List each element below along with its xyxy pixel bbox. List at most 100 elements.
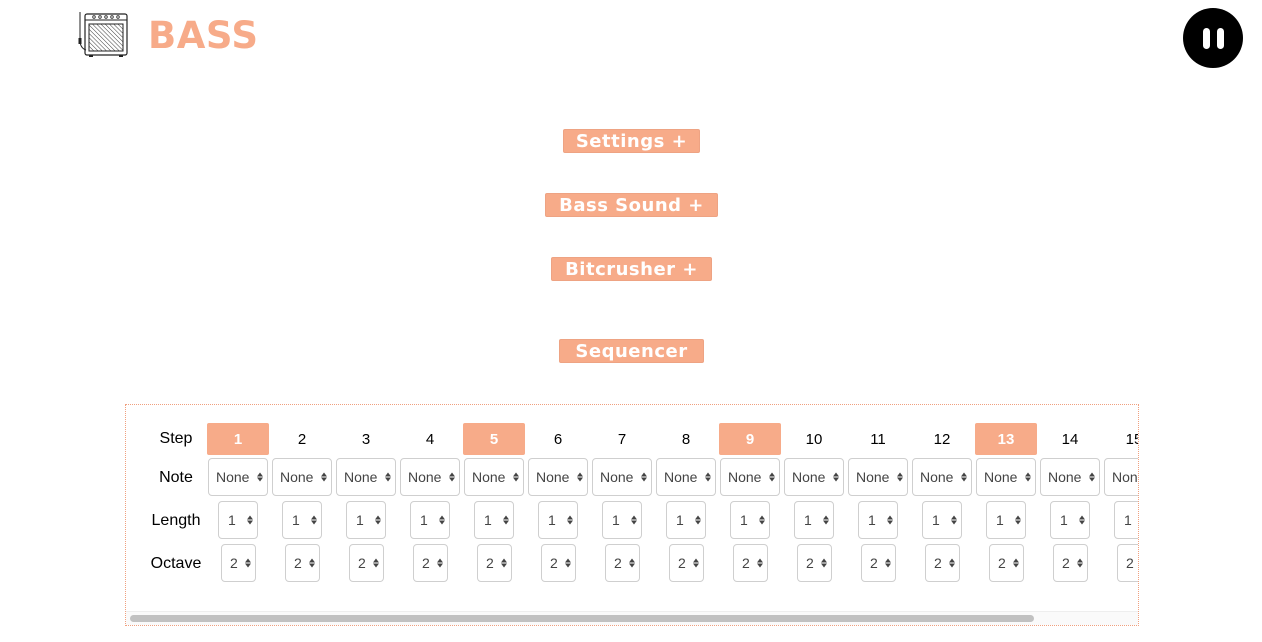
- length-select-value: 1: [868, 512, 876, 528]
- length-select[interactable]: 1: [730, 501, 770, 539]
- length-select[interactable]: 1: [346, 501, 386, 539]
- octave-select[interactable]: 2: [605, 544, 640, 582]
- octave-select[interactable]: 2: [733, 544, 768, 582]
- note-select-value: None: [984, 469, 1018, 485]
- octave-select-value: 2: [998, 555, 1006, 571]
- note-select-value: None: [536, 469, 570, 485]
- length-select[interactable]: 1: [794, 501, 834, 539]
- note-select[interactable]: None: [208, 458, 268, 496]
- scrollbar-thumb[interactable]: [130, 615, 1034, 622]
- length-select-value: 1: [420, 512, 428, 528]
- step-indicator[interactable]: 14: [1039, 423, 1101, 455]
- length-select[interactable]: 1: [602, 501, 642, 539]
- length-select-value: 1: [612, 512, 620, 528]
- select-arrows-icon: [247, 515, 253, 525]
- step-indicator[interactable]: 3: [335, 423, 397, 455]
- octave-select[interactable]: 2: [989, 544, 1024, 582]
- select-arrows-icon: [833, 472, 839, 482]
- octave-select[interactable]: 2: [541, 544, 576, 582]
- note-select[interactable]: None: [976, 458, 1036, 496]
- note-select[interactable]: None: [272, 458, 332, 496]
- select-arrows-icon: [757, 558, 763, 568]
- octave-select[interactable]: 2: [285, 544, 320, 582]
- note-select[interactable]: None: [1040, 458, 1100, 496]
- step-indicator[interactable]: 10: [783, 423, 845, 455]
- note-select-value: None: [1112, 469, 1138, 485]
- octave-select[interactable]: 2: [349, 544, 384, 582]
- length-select-value: 1: [740, 512, 748, 528]
- note-select[interactable]: None: [336, 458, 396, 496]
- step-indicator[interactable]: 6: [527, 423, 589, 455]
- note-select[interactable]: None: [784, 458, 844, 496]
- step-indicator[interactable]: 9: [719, 423, 781, 455]
- note-select-value: None: [344, 469, 378, 485]
- length-select[interactable]: 1: [538, 501, 578, 539]
- note-select[interactable]: None: [592, 458, 652, 496]
- octave-select[interactable]: 2: [477, 544, 512, 582]
- length-select[interactable]: 1: [1050, 501, 1090, 539]
- length-select-value: 1: [932, 512, 940, 528]
- settings-toggle-button[interactable]: Settings +: [563, 129, 700, 153]
- note-select[interactable]: None: [912, 458, 972, 496]
- octave-select[interactable]: 2: [925, 544, 960, 582]
- octave-select-value: 2: [678, 555, 686, 571]
- note-select[interactable]: None: [720, 458, 780, 496]
- note-select[interactable]: None: [400, 458, 460, 496]
- length-select[interactable]: 1: [218, 501, 258, 539]
- note-select[interactable]: None: [528, 458, 588, 496]
- note-select-value: None: [408, 469, 442, 485]
- step-indicator[interactable]: 8: [655, 423, 717, 455]
- select-arrows-icon: [449, 472, 455, 482]
- octave-select-value: 2: [358, 555, 366, 571]
- select-arrows-icon: [759, 515, 765, 525]
- note-select[interactable]: None: [848, 458, 908, 496]
- step-indicator[interactable]: 5: [463, 423, 525, 455]
- length-select[interactable]: 1: [986, 501, 1026, 539]
- bass-sound-toggle-button[interactable]: Bass Sound +: [545, 193, 718, 217]
- sequencer-toggle-button[interactable]: Sequencer: [559, 339, 704, 363]
- select-arrows-icon: [565, 558, 571, 568]
- select-arrows-icon: [769, 472, 775, 482]
- step-indicator[interactable]: 12: [911, 423, 973, 455]
- select-arrows-icon: [577, 472, 583, 482]
- length-select[interactable]: 1: [858, 501, 898, 539]
- step-indicator[interactable]: 13: [975, 423, 1037, 455]
- octave-select-value: 2: [742, 555, 750, 571]
- step-indicator[interactable]: 11: [847, 423, 909, 455]
- octave-select[interactable]: 2: [413, 544, 448, 582]
- octave-select[interactable]: 2: [669, 544, 704, 582]
- select-arrows-icon: [501, 558, 507, 568]
- note-select[interactable]: None: [656, 458, 716, 496]
- octave-select[interactable]: 2: [1117, 544, 1138, 582]
- note-select[interactable]: None: [1104, 458, 1138, 496]
- select-arrows-icon: [1077, 558, 1083, 568]
- octave-select[interactable]: 2: [861, 544, 896, 582]
- length-row-label: Length: [151, 512, 201, 529]
- length-select-value: 1: [676, 512, 684, 528]
- octave-select[interactable]: 2: [221, 544, 256, 582]
- select-arrows-icon: [437, 558, 443, 568]
- octave-select[interactable]: 2: [1053, 544, 1088, 582]
- pause-button[interactable]: [1183, 8, 1243, 68]
- select-arrows-icon: [961, 472, 967, 482]
- step-indicator[interactable]: 15: [1103, 423, 1138, 455]
- length-select[interactable]: 1: [922, 501, 962, 539]
- step-indicator[interactable]: 1: [207, 423, 269, 455]
- step-indicator[interactable]: 4: [399, 423, 461, 455]
- octave-select-value: 2: [486, 555, 494, 571]
- horizontal-scrollbar[interactable]: [126, 611, 1138, 625]
- length-select[interactable]: 1: [410, 501, 450, 539]
- length-select[interactable]: 1: [474, 501, 514, 539]
- app-title: BASS: [148, 13, 259, 57]
- octave-select[interactable]: 2: [797, 544, 832, 582]
- step-indicator[interactable]: 7: [591, 423, 653, 455]
- length-select[interactable]: 1: [282, 501, 322, 539]
- sequencer-scroll-area[interactable]: Step Note Length Octave 1 None 1 2 2 None 1 2 3 N…: [126, 405, 1138, 610]
- length-select-value: 1: [484, 512, 492, 528]
- step-indicator[interactable]: 2: [271, 423, 333, 455]
- length-select[interactable]: 1: [1114, 501, 1138, 539]
- bitcrusher-toggle-button[interactable]: Bitcrusher +: [551, 257, 712, 281]
- length-select[interactable]: 1: [666, 501, 706, 539]
- select-arrows-icon: [897, 472, 903, 482]
- note-select[interactable]: None: [464, 458, 524, 496]
